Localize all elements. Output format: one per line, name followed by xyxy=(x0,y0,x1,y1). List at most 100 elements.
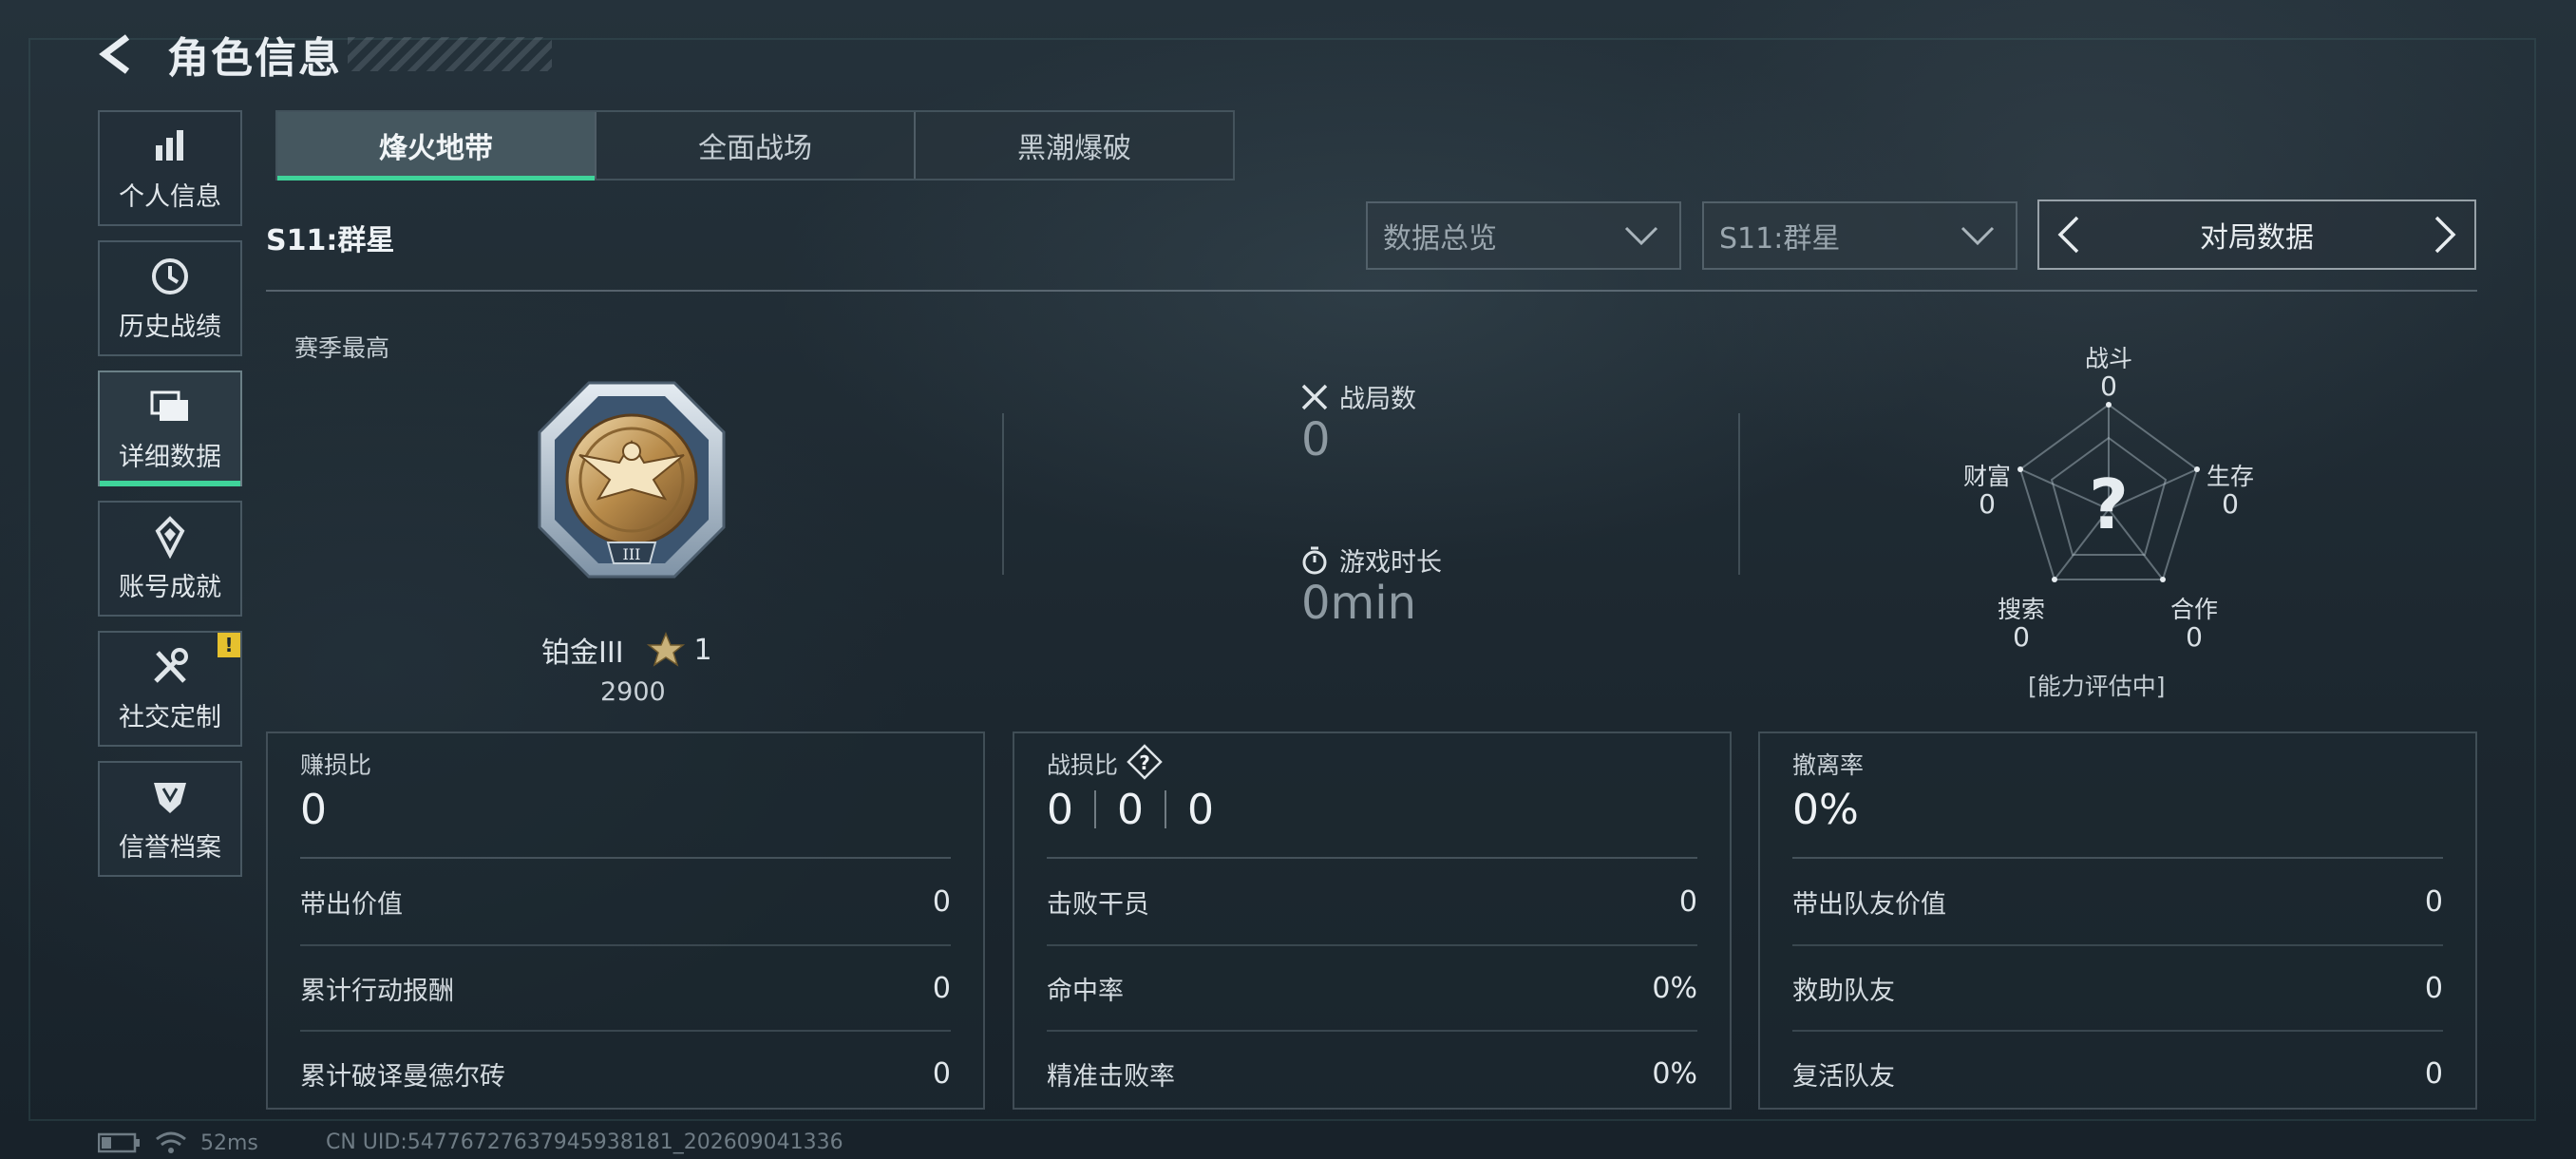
sidebar-item-label: 社交定制 xyxy=(119,702,221,732)
season-best-label: 赛季最高 xyxy=(294,334,390,362)
radar-label-cooperation: 合作 xyxy=(2169,596,2218,623)
stat-label: 累计行动报酬 xyxy=(300,976,454,1006)
card-rows: 击败干员 0 命中率 0% 精准击败率 0% xyxy=(1047,857,1697,1115)
card-title: 撤离率 xyxy=(1792,751,1865,779)
rank-info: 铂金III 1 xyxy=(541,629,712,671)
stat-row: 救助队友 0 xyxy=(1792,944,2443,1030)
stat-label: 精准击败率 xyxy=(1047,1061,1175,1092)
stat-value: 0 xyxy=(2424,884,2443,919)
kd-value: 0 xyxy=(1047,785,1073,834)
playtime-stat: 游戏时长 xyxy=(1299,542,1442,579)
sidebar-item-detailed-data[interactable]: 详细数据 xyxy=(98,370,242,486)
dropdown-value: 数据总览 xyxy=(1383,222,1497,256)
help-icon[interactable]: ? xyxy=(1126,743,1164,781)
value-separator xyxy=(1165,790,1166,828)
extract-card: 撤离率 0% 带出队友价值 0 救助队友 0 复活队友 0 xyxy=(1758,732,2477,1110)
sidebar-item-history[interactable]: 历史战绩 xyxy=(98,240,242,356)
pager-label: 对局数据 xyxy=(2200,221,2314,255)
stat-label: 复活队友 xyxy=(1792,1061,1895,1092)
stat-row: 复活队友 0 xyxy=(1792,1030,2443,1115)
season-dropdown[interactable]: S11:群星 xyxy=(1702,201,2017,270)
card-title: 赚损比 xyxy=(300,751,372,779)
chevron-right-icon[interactable] xyxy=(2433,215,2457,255)
kd-value: 0 xyxy=(1187,785,1214,834)
stat-label: 击败干员 xyxy=(1047,889,1149,920)
star-icon xyxy=(646,632,685,667)
folder-icon xyxy=(150,390,188,421)
radar-value-cooperation: 0 xyxy=(2186,621,2203,653)
radar-value-search: 0 xyxy=(2013,621,2030,653)
match-data-pager: 对局数据 xyxy=(2037,200,2476,270)
chevron-down-icon xyxy=(1624,226,1658,246)
kd-values: 0 0 0 xyxy=(1047,781,1697,838)
ping-value: 52ms xyxy=(200,1130,258,1155)
crossed-swords-icon xyxy=(1301,384,1328,409)
stat-label: 命中率 xyxy=(1047,976,1124,1006)
radar-label-combat: 战斗 xyxy=(2084,345,2132,372)
sidebar-item-social[interactable]: ! 社交定制 xyxy=(98,631,242,747)
stat-value: 0 xyxy=(1678,884,1697,919)
kd-value: 0 xyxy=(1117,785,1144,834)
stat-row: 累计行动报酬 0 xyxy=(300,944,951,1030)
tab-black-tide[interactable]: 黑潮爆破 xyxy=(914,112,1233,179)
chevron-down-icon xyxy=(1960,226,1995,246)
user-uid: CN UID:54776727637945938181_202609041336 xyxy=(326,1130,843,1154)
stat-row: 精准击败率 0% xyxy=(1047,1030,1697,1115)
stat-value: 0 xyxy=(2424,1056,2443,1091)
sidebar-item-personal-info[interactable]: 个人信息 xyxy=(98,110,242,226)
sidebar-item-label: 信誉档案 xyxy=(119,832,221,863)
radar-value-wealth: 0 xyxy=(1979,488,1996,520)
sidebar-item-reputation[interactable]: 信誉档案 xyxy=(98,761,242,877)
card-rows: 带出价值 0 累计行动报酬 0 累计破译曼德尔砖 0 xyxy=(300,857,951,1115)
shield-icon xyxy=(154,782,186,813)
stat-row: 带出价值 0 xyxy=(300,859,951,944)
stat-row: 命中率 0% xyxy=(1047,944,1697,1030)
section-divider xyxy=(266,290,2477,292)
radar-value-survival: 0 xyxy=(2222,488,2239,520)
rank-name: 铂金III xyxy=(541,636,624,670)
playtime-value: 0min xyxy=(1301,577,1417,630)
rank-score: 2900 xyxy=(600,677,666,707)
page-header: 角色信息 xyxy=(95,21,552,87)
stat-label: 累计破译曼德尔砖 xyxy=(300,1061,505,1092)
radar-status: [能力评估中] xyxy=(2028,673,2166,700)
stat-value: 0 xyxy=(932,1056,951,1091)
sidebar-item-label: 历史战绩 xyxy=(119,312,221,342)
stat-value: 0 xyxy=(932,971,951,1005)
page-title: 角色信息 xyxy=(167,34,342,83)
status-bar: 52ms xyxy=(98,1130,258,1155)
sidebar-item-achievements[interactable]: 账号成就 xyxy=(98,501,242,617)
svg-text:III: III xyxy=(623,545,641,563)
battery-icon xyxy=(98,1132,140,1153)
svg-text:?: ? xyxy=(1139,751,1150,774)
playtime-label: 游戏时长 xyxy=(1339,548,1442,578)
tab-full-battlefield[interactable]: 全面战场 xyxy=(595,112,914,179)
data-type-dropdown[interactable]: 数据总览 xyxy=(1366,201,1681,270)
back-arrow-icon[interactable] xyxy=(95,31,141,77)
chevron-left-icon[interactable] xyxy=(2056,215,2081,255)
notification-badge: ! xyxy=(218,633,240,657)
stat-row: 带出队友价值 0 xyxy=(1792,859,2443,944)
sidebar: 个人信息 历史战绩 详细数据 账号成就 ! 社交定制 信誉档案 xyxy=(98,110,242,891)
stat-row: 击败干员 0 xyxy=(1047,859,1697,944)
radar-value-combat: 0 xyxy=(2100,370,2117,402)
rank-stars: 1 xyxy=(693,633,712,667)
stat-row: 累计破译曼德尔砖 0 xyxy=(300,1030,951,1115)
radar-label-wealth: 财富 xyxy=(1962,463,2011,490)
tab-hazard-zone[interactable]: 烽火地带 xyxy=(277,112,595,180)
card-main-value: 0% xyxy=(1792,785,1859,834)
stat-value: 0 xyxy=(932,884,951,919)
mode-tabs: 烽火地带 全面战场 黑潮爆破 xyxy=(275,110,1235,180)
sidebar-item-label: 账号成就 xyxy=(119,572,221,602)
card-rows: 带出队友价值 0 救助队友 0 复活队友 0 xyxy=(1792,857,2443,1115)
stat-label: 带出价值 xyxy=(300,889,403,920)
radar-label-search: 搜索 xyxy=(1997,596,2045,623)
dropdown-value: S11:群星 xyxy=(1719,222,1841,256)
season-title: S11:群星 xyxy=(266,224,395,257)
card-title: 战损比 xyxy=(1047,751,1119,779)
bar-chart-icon xyxy=(156,129,183,161)
card-title-row: 战损比 ? xyxy=(1047,733,1697,781)
title-decoration xyxy=(348,37,552,71)
rank-medal-icon: III xyxy=(538,381,726,579)
profit-card: 赚损比 0 带出价值 0 累计行动报酬 0 累计破译曼德尔砖 0 xyxy=(266,732,985,1110)
